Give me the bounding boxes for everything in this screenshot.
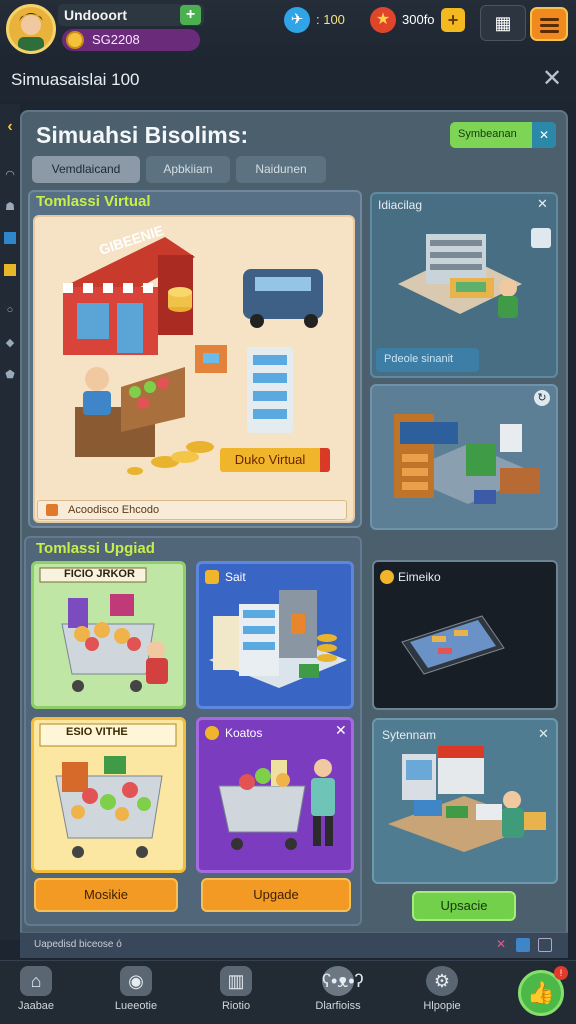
shop-icon[interactable]: ▦	[480, 5, 526, 41]
player-avatar[interactable]	[6, 4, 56, 54]
nav-label: Jaabae	[17, 1000, 55, 1012]
location-icon: ◉	[120, 966, 152, 996]
upgrade-card-title-1: Sait	[225, 570, 246, 584]
nav-label: Dlarfioiss	[315, 1000, 361, 1012]
window-icon[interactable]	[516, 938, 530, 952]
tab-1[interactable]: Apbkiiam	[146, 156, 230, 183]
nav-item-location[interactable]: ◉ Lueeotie	[104, 966, 168, 1020]
nav-label: Lueeotie	[114, 1000, 158, 1012]
coin-icon	[205, 726, 219, 740]
upgrade-card-cart-green[interactable]: FICIO JRKOR	[31, 561, 186, 709]
shield-icon[interactable]: ⬟	[4, 368, 16, 381]
menu-button[interactable]	[530, 7, 568, 41]
status-text: Uapedisd biceose ó	[34, 939, 122, 950]
coin-icon	[66, 31, 84, 49]
close-icon[interactable]: ✕	[538, 726, 549, 742]
plane-icon: ✈	[284, 7, 310, 33]
yellow-square-icon[interactable]	[4, 264, 16, 276]
nav-item-home[interactable]: ⌂ Jaabae	[4, 966, 68, 1020]
gear-icon: ⚙	[426, 966, 458, 996]
upgrade-card-title-0: FICIO JRKOR	[64, 568, 135, 580]
system-card-title: Sytennam	[382, 728, 437, 742]
upgrade-card-shopper[interactable]: Koatos ✕	[196, 717, 354, 873]
upgrade-card-title-3: Koatos	[225, 726, 263, 740]
buy-stars-button[interactable]: +	[441, 8, 465, 32]
wifi-icon[interactable]: ◠	[4, 168, 16, 181]
coin-icon	[380, 570, 394, 584]
upgrade-right-button[interactable]: Upgade	[201, 878, 351, 912]
nav-item-building[interactable]: ▥ Riotio	[204, 966, 268, 1020]
status-bar: Uapedisd biceose ó ✕	[20, 932, 568, 958]
left-rail: ‹ ◠ ☗ ○ ◆ ⬟	[0, 104, 20, 940]
close-icon[interactable]: ✕	[532, 122, 556, 148]
system-button-label: Symbeanan	[458, 128, 517, 140]
upgrade-card-cart-yellow[interactable]: ESIO VITHE	[31, 717, 186, 873]
dialog-title: Simuahsi Bisolims:	[36, 122, 249, 148]
plane-value: : 100	[316, 12, 345, 27]
close-icon[interactable]: ✕	[537, 196, 548, 212]
blue-square-icon[interactable]	[4, 232, 16, 244]
tablet-card[interactable]: Eimeiko	[372, 560, 558, 710]
virtual-badge[interactable]: Duko Virtual	[220, 448, 330, 472]
nav-label: Riotio	[221, 1000, 251, 1012]
chevron-left-icon[interactable]: ‹	[4, 118, 16, 135]
box-icon	[205, 570, 219, 584]
tab-2[interactable]: Naidunen	[236, 156, 326, 183]
virtual-footer: Acoodisco Ehcodo	[37, 500, 347, 520]
nav-item-settings[interactable]: ⚙ Hlpopie	[410, 966, 474, 1020]
tab-0[interactable]: Vemdlaicand	[32, 156, 140, 183]
page-title: Simuasaislai 100	[11, 70, 140, 89]
close-icon[interactable]: ✕	[335, 722, 347, 739]
bottom-nav	[0, 960, 576, 1024]
nav-item-bear[interactable]: ʕ•ᴥ•ʔ Dlarfioiss	[306, 966, 370, 1020]
tablet-card-title: Eimeiko	[398, 570, 441, 584]
upgrade-card-storage[interactable]: Sait	[196, 561, 354, 709]
box-icon	[46, 504, 58, 516]
pin-icon[interactable]: ◆	[4, 336, 16, 349]
building-icon: ▥	[220, 966, 252, 996]
system-card-button[interactable]: Upsacie	[412, 891, 516, 921]
home-icon: ⌂	[20, 966, 52, 996]
add-friend-button[interactable]: +	[180, 5, 201, 25]
chat-icon[interactable]: ○	[4, 304, 16, 316]
nav-label: Hlpopie	[423, 1000, 461, 1012]
person-icon[interactable]: ☗	[4, 200, 16, 213]
star-value: 300fo	[402, 12, 435, 27]
right-top-button[interactable]: Pdeole sinanit	[376, 348, 479, 372]
bear-icon: ʕ•ᴥ•ʔ	[322, 966, 364, 996]
upgrade-section-title: Tomlassi Upgiad	[36, 540, 155, 557]
upgrade-left-button[interactable]: Mosikie	[34, 878, 178, 912]
upgrade-card-title-2: ESIO VITHE	[66, 726, 128, 738]
store-counter-illustration	[390, 224, 530, 334]
map-icon[interactable]	[531, 228, 551, 248]
virtual-shop-scene[interactable]: GIBEENIE	[33, 215, 355, 523]
office-illustration	[388, 394, 548, 518]
tools-icon[interactable]: ✕	[496, 937, 506, 951]
system-card[interactable]: Sytennam ✕	[372, 718, 558, 884]
right-top-title: Idiacilag	[378, 198, 423, 212]
panel-icon[interactable]	[538, 938, 552, 952]
system-button[interactable]: Symbeanan ✕	[450, 122, 556, 148]
notification-badge: !	[554, 966, 568, 980]
close-icon[interactable]: ✕	[542, 64, 562, 93]
virtual-section-title: Tomlassi Virtual	[36, 193, 151, 210]
star-icon: ★	[370, 7, 396, 33]
